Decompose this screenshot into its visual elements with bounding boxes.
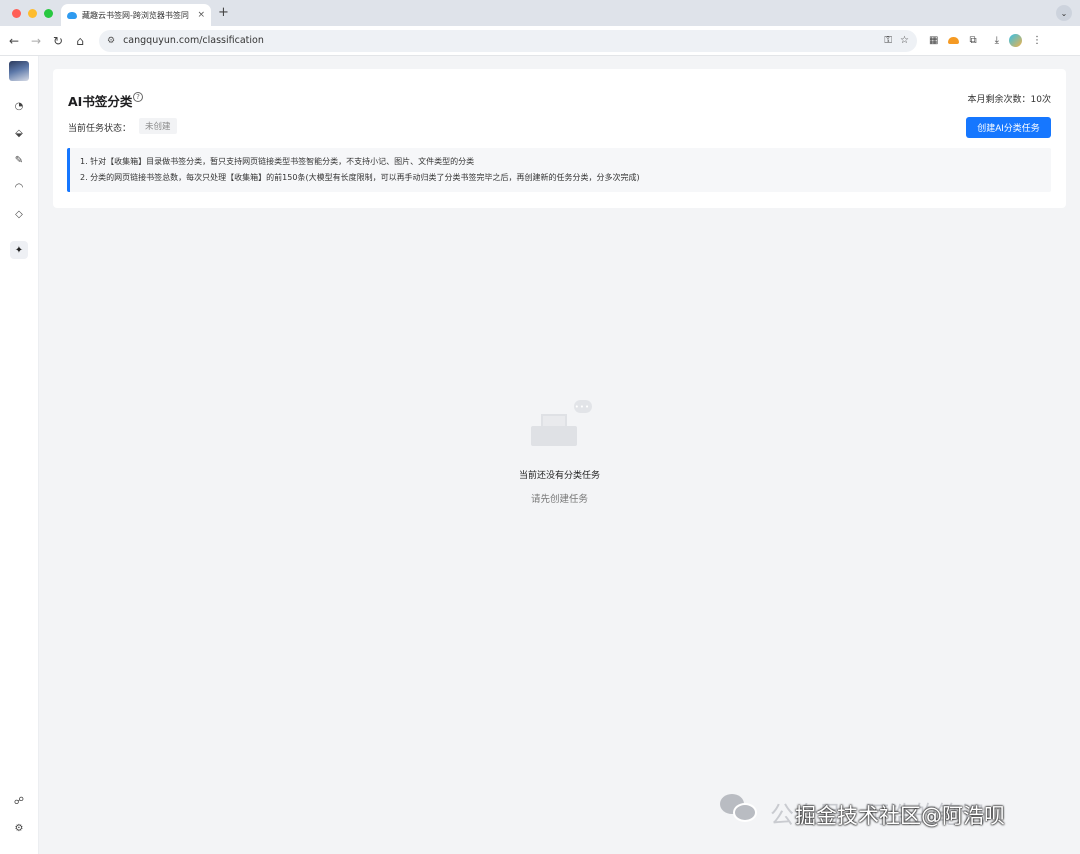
tab-close-icon[interactable]: × (197, 10, 205, 20)
notice-line: 1. 针对【收集箱】目录做书签分类，暂只支持网页链接类型书签智能分类，不支持小记… (80, 157, 475, 166)
minimize-window-button[interactable] (28, 8, 37, 18)
tab-title: 藏趣云书签网-跨浏览器书签同 (82, 10, 189, 20)
browser-tab[interactable]: 藏趣云书签网-跨浏览器书签同 × (61, 4, 211, 26)
browser-tabstrip: 藏趣云书签网-跨浏览器书签同 × + ⌄ (0, 0, 1080, 26)
extensions-area: ▦ ⧉ ⤓ ⋮ (929, 34, 1042, 47)
browser-toolbar: ← → ↻ ⌂ ⚙ cangquyun.com/classification ⚿… (0, 26, 1080, 56)
password-key-icon[interactable]: ⚿ (884, 35, 892, 46)
tab-search-button[interactable]: ⌄ (1056, 5, 1072, 21)
window-controls (12, 8, 53, 18)
wechat-watermark-icon (720, 792, 758, 822)
close-window-button[interactable] (12, 8, 21, 18)
pen-icon[interactable]: ✎ (10, 151, 28, 169)
tag-icon[interactable]: ⬙ (10, 124, 28, 142)
home-button[interactable]: ⌂ (69, 34, 91, 48)
rss-icon[interactable]: ◠ (10, 178, 28, 196)
more-menu-icon[interactable]: ⋮ (1032, 35, 1042, 46)
site-info-icon[interactable]: ⚙ (107, 36, 115, 46)
forward-button[interactable]: → (25, 34, 47, 48)
user-avatar[interactable] (9, 61, 29, 81)
settings-icon[interactable]: ⚙ (10, 819, 28, 837)
classification-card: AI书签分类 ? 本月剩余次数：10次 当前任务状态： 未创建 创建AI分类任务… (53, 69, 1066, 208)
bookmark-star-icon[interactable]: ☆ (900, 35, 909, 46)
sparkle-icon[interactable]: ✦ (10, 241, 28, 259)
help-icon[interactable]: ? (133, 92, 143, 102)
app-root: ◔ ⬙ ✎ ◠ ◇ ✦ ☍ ⚙ AI书签分类 ? 本月剩余次数：10次 当前任务… (0, 56, 1080, 854)
empty-state: ••• 当前还没有分类任务 请先创建任务 (39, 396, 1080, 505)
empty-title: 当前还没有分类任务 (518, 471, 600, 481)
page-title: AI书签分类 (68, 94, 133, 109)
notice-line: 2. 分类的网页链接书签总数，每次只处理【收集箱】的前150条(大模型有长度限制… (80, 173, 640, 182)
address-bar[interactable]: ⚙ cangquyun.com/classification ⚿ ☆ (99, 29, 917, 52)
profile-avatar[interactable] (1009, 34, 1023, 47)
watermark-text-overlay: 掘金技术社区@阿浩呗 (795, 804, 1005, 828)
chat-icon[interactable]: ☍ (10, 792, 28, 810)
back-button[interactable]: ← (3, 34, 25, 48)
empty-subtitle: 请先创建任务 (530, 494, 588, 505)
empty-inbox-icon: ••• (525, 396, 595, 456)
task-status-label: 当前任务状态： (68, 124, 132, 134)
eraser-icon[interactable]: ◇ (10, 205, 28, 223)
notice-box: 1. 针对【收集箱】目录做书签分类，暂只支持网页链接类型书签智能分类，不支持小记… (67, 148, 1051, 192)
reload-button[interactable]: ↻ (47, 34, 69, 48)
create-ai-task-button[interactable]: 创建AI分类任务 (966, 117, 1051, 138)
remaining-quota: 本月剩余次数：10次 (967, 95, 1051, 105)
wechat-icon (720, 792, 758, 822)
cloud-favicon-icon (67, 11, 77, 19)
zoom-window-button[interactable] (44, 8, 53, 18)
sidebar: ◔ ⬙ ✎ ◠ ◇ ✦ ☍ ⚙ (0, 56, 39, 854)
download-icon[interactable]: ⤓ (995, 35, 999, 46)
pie-chart-icon[interactable]: ◔ (10, 97, 28, 115)
tray-shape (530, 426, 577, 446)
new-tab-button[interactable]: + (218, 5, 229, 20)
main-content: AI书签分类 ? 本月剩余次数：10次 当前任务状态： 未创建 创建AI分类任务… (39, 56, 1080, 854)
puzzle-extensions-icon[interactable]: ⧉ (969, 35, 976, 46)
url-text[interactable]: cangquyun.com/classification (123, 35, 876, 46)
chat-bubble-icon: ••• (573, 400, 592, 413)
status-badge: 未创建 (139, 118, 177, 134)
cloud-extension-icon[interactable] (948, 37, 960, 44)
qr-extension-icon[interactable]: ▦ (929, 35, 938, 46)
